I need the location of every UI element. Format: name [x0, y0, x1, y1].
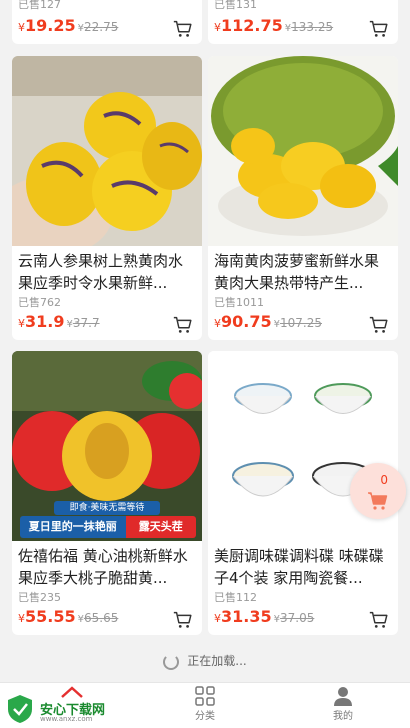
product-card[interactable]: 已售127 ¥ 19.25 ¥ 22.75: [12, 0, 202, 44]
grid-icon: [195, 686, 215, 706]
sold-count: 已售131: [214, 0, 257, 11]
sold-count: 已售235: [18, 591, 61, 604]
bottom-tab-bar: 安心下载网 www.anxz.com 分类 我的: [0, 682, 410, 728]
original-price: 133.25: [291, 20, 334, 34]
cart-count-badge: 0: [380, 473, 388, 487]
logo-subtext: www.anxz.com: [40, 715, 93, 723]
currency-symbol: ¥: [214, 612, 221, 625]
loading-indicator: 正在加载...: [0, 652, 410, 670]
add-to-cart-icon[interactable]: [172, 18, 194, 40]
currency-symbol: ¥: [18, 612, 25, 625]
price: 55.55: [25, 607, 76, 626]
add-to-cart-icon[interactable]: [368, 314, 390, 336]
site-logo[interactable]: 安心下载网 www.anxz.com: [4, 685, 114, 727]
product-card[interactable]: 即食·美味无需等待 夏日里的一抹艳丽 露天头茬 佐禧佑福 黄心油桃新鲜水果应季大…: [12, 351, 202, 635]
original-price: 37.05: [279, 611, 315, 625]
product-image[interactable]: [208, 56, 398, 246]
price: 19.25: [25, 16, 76, 35]
price: 31.35: [221, 607, 272, 626]
add-to-cart-icon[interactable]: [368, 609, 390, 631]
currency-symbol: ¥: [214, 317, 221, 330]
add-to-cart-icon[interactable]: [172, 314, 194, 336]
original-price: 22.75: [83, 20, 119, 34]
sold-count: 已售1011: [214, 296, 264, 309]
tab-category[interactable]: 分类: [190, 685, 220, 722]
add-to-cart-icon[interactable]: [368, 18, 390, 40]
sold-count: 已售762: [18, 296, 61, 309]
product-image[interactable]: [12, 56, 202, 246]
product-card[interactable]: 已售131 ¥ 112.75 ¥ 133.25: [208, 0, 398, 44]
original-price: 107.25: [279, 316, 322, 330]
shield-logo-icon: [8, 695, 32, 723]
user-icon: [334, 687, 352, 706]
loading-text: 正在加载...: [187, 654, 247, 668]
tab-mine-label: 我的: [333, 711, 353, 722]
original-price: 37.7: [72, 316, 100, 330]
product-title[interactable]: 美厨调味碟调料碟 味碟碟子4个装 家用陶瓷餐...: [208, 541, 398, 589]
floating-cart-button[interactable]: 0: [350, 463, 406, 519]
price: 112.75: [221, 16, 283, 35]
house-logo-icon: [61, 686, 83, 698]
product-image[interactable]: 即食·美味无需等待 夏日里的一抹艳丽 露天头茬: [12, 351, 202, 541]
sold-count: 已售112: [214, 591, 257, 604]
cart-icon: [368, 492, 388, 510]
tab-mine[interactable]: 我的: [328, 685, 358, 722]
promo-banner-right: 露天头茬: [125, 516, 196, 538]
original-price: 65.65: [83, 611, 119, 625]
price: 90.75: [221, 312, 272, 331]
promo-banner-top: 即食·美味无需等待: [54, 501, 160, 515]
product-title[interactable]: 云南人参果树上熟黄肉水果应季时令水果新鲜...: [12, 246, 202, 294]
product-title[interactable]: 佐禧佑福 黄心油桃新鲜水果应季大桃子脆甜黄...: [12, 541, 202, 589]
spinner-icon: [163, 653, 180, 670]
currency-symbol: ¥: [18, 317, 25, 330]
tab-category-label: 分类: [195, 711, 215, 722]
add-to-cart-icon[interactable]: [172, 609, 194, 631]
sold-count: 已售127: [18, 0, 61, 11]
product-card[interactable]: 海南黄肉菠萝蜜新鲜水果黄肉大果热带特产生... 已售1011 ¥ 90.75 ¥…: [208, 56, 398, 340]
currency-symbol: ¥: [214, 21, 221, 34]
price: 31.9: [25, 312, 65, 331]
promo-banner-left: 夏日里的一抹艳丽: [20, 516, 126, 538]
product-card[interactable]: 云南人参果树上熟黄肉水果应季时令水果新鲜... 已售762 ¥ 31.9 ¥ 3…: [12, 56, 202, 340]
product-title[interactable]: 海南黄肉菠萝蜜新鲜水果黄肉大果热带特产生...: [208, 246, 398, 294]
currency-symbol: ¥: [18, 21, 25, 34]
